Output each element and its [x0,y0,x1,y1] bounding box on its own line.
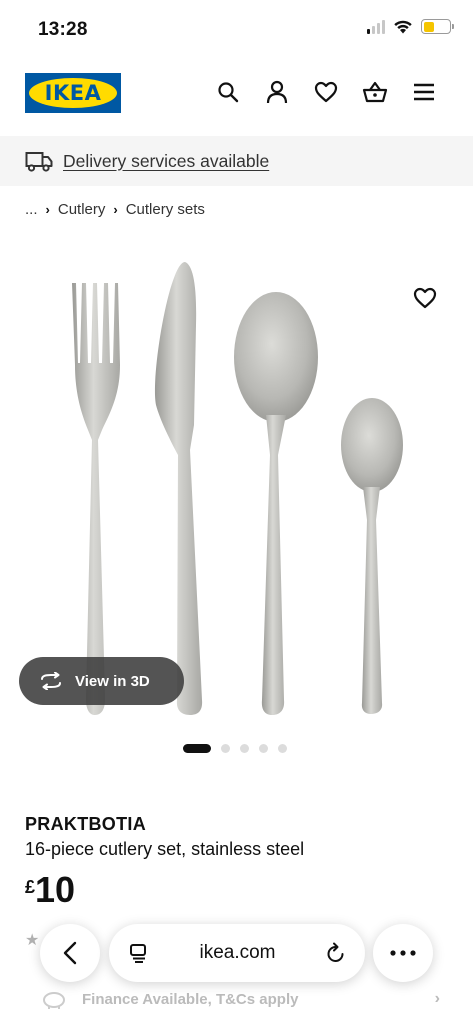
breadcrumb-item-cutlery[interactable]: Cutlery [58,201,106,218]
carousel-dot[interactable] [259,744,268,753]
basket-icon[interactable] [361,78,388,105]
product-description: 16-piece cutlery set, stainless steel [25,839,305,859]
reload-icon[interactable] [325,942,347,964]
view-in-3d-label: View in 3D [75,672,150,690]
tablespoon [234,292,318,715]
product-name: PRAKTBOTIA [25,814,146,834]
carousel-dot[interactable] [278,744,287,753]
carousel-indicator [183,744,287,753]
chevron-left-icon [63,941,77,965]
add-to-favourites-button[interactable] [413,287,439,313]
view-in-3d-button[interactable]: View in 3D [19,657,184,705]
chevron-right-icon: › [113,202,118,217]
chevron-right-icon: › [434,990,440,1007]
delivery-banner[interactable]: Delivery services available [0,136,473,186]
breadcrumb: ... › Cutlery › Cutlery sets [25,201,205,218]
logo-text: IKEA [44,81,102,105]
more-icon [390,950,416,956]
tabs-icon[interactable] [128,942,150,964]
signal-icon [367,19,385,34]
battery-icon [421,19,454,34]
breadcrumb-ellipsis[interactable]: ... [25,201,38,218]
carousel-dot[interactable] [240,744,249,753]
finance-banner[interactable]: Finance Available, T&Cs apply › [40,988,440,1010]
carousel-dot[interactable] [221,744,230,753]
product-price: £ 10 [25,872,75,908]
status-icons [367,19,454,34]
piggy-bank-icon [43,992,65,1009]
truck-icon [25,152,53,172]
header-actions [214,78,437,105]
price-value: 10 [35,869,76,910]
address-bar[interactable]: ikea.com [109,924,365,982]
wifi-icon [394,20,412,34]
heart-icon [413,287,437,309]
carousel-dot[interactable] [183,744,211,753]
fork [72,283,120,715]
teaspoon [341,398,403,714]
browser-toolbar: ikea.com [0,924,473,986]
finance-text: Finance Available, T&Cs apply [82,990,299,1008]
ikea-logo[interactable]: IKEA [25,73,121,113]
menu-icon[interactable] [410,78,437,105]
status-bar: 13:28 [0,0,473,58]
site-header: IKEA [0,58,473,136]
product-image-gallery[interactable]: View in 3D [0,245,473,735]
price-currency: £ [25,877,36,897]
rotate-3d-icon [41,672,61,690]
status-time: 13:28 [38,19,88,40]
profile-icon[interactable] [263,78,290,105]
more-options-button[interactable] [373,924,433,982]
url-text[interactable]: ikea.com [150,942,325,964]
chevron-right-icon: › [45,202,50,217]
delivery-link[interactable]: Delivery services available [63,151,269,172]
back-button[interactable] [40,924,100,982]
breadcrumb-item-cutlery-sets[interactable]: Cutlery sets [126,201,205,218]
knife [154,262,203,715]
search-icon[interactable] [214,78,241,105]
heart-icon[interactable] [312,78,339,105]
